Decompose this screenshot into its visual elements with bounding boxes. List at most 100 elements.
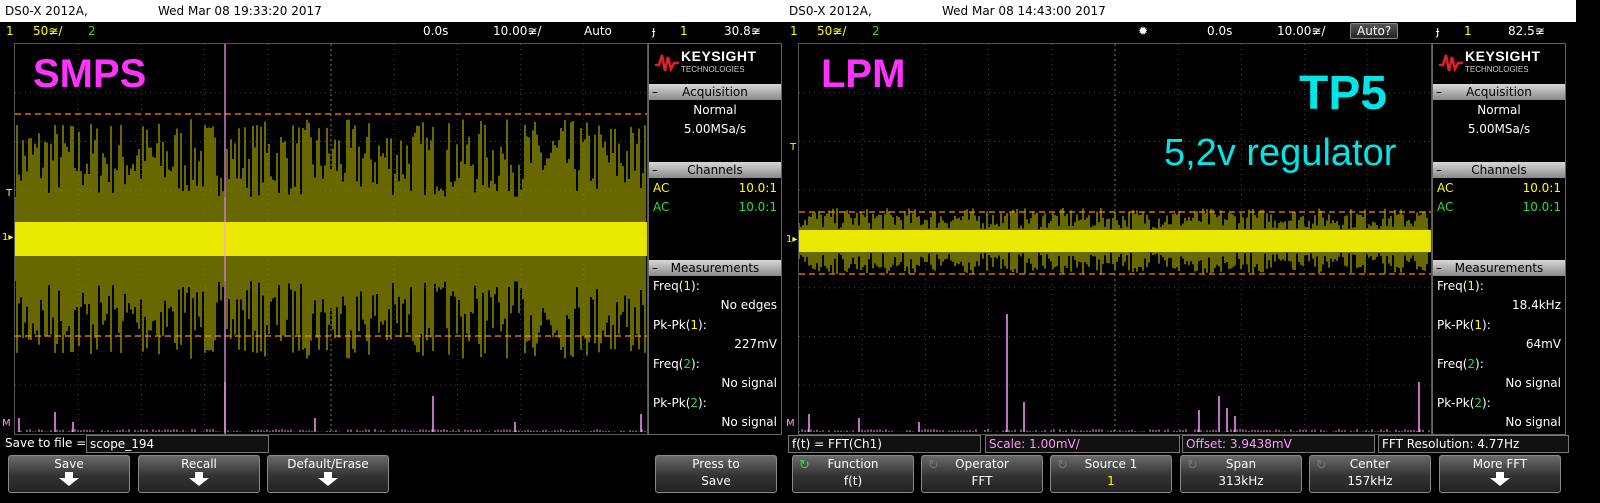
fft-offset-field: Offset: 3.9438mV <box>1182 435 1375 453</box>
model-label: DS0-X 2012A, <box>5 4 88 18</box>
run-status-icon: ✹ <box>1138 24 1149 38</box>
fft-scale-field: Scale: 1.00mV/ <box>985 435 1180 453</box>
ch2-info: AC 10.0:1 <box>1437 200 1561 214</box>
header-bar: DS0-X 2012A, Wed Mar 08 19:33:20 2017 <box>0 0 792 22</box>
fft-noise-floor <box>15 429 646 432</box>
meas1-value: 18.4kHz <box>1512 298 1561 312</box>
ch1-number[interactable]: 1 <box>790 24 798 38</box>
meas2-label: Pk-Pk(1): <box>653 318 707 332</box>
down-arrow-icon <box>189 472 209 486</box>
keysight-wave-icon <box>655 54 679 73</box>
acq-rate: 5.00MSa/s <box>1467 122 1531 136</box>
ch1-ground-marker: 1▸ <box>786 234 798 245</box>
trigger-edge-icon: ɟ <box>1436 24 1440 38</box>
meas4-value: No signal <box>721 415 777 429</box>
trigger-level[interactable]: 30.8≆ <box>724 24 761 38</box>
meas2-label: Pk-Pk(1): <box>1437 318 1491 332</box>
keysight-logo: KEYSIGHT TECHNOLOGIES <box>1433 44 1565 82</box>
header-bar: DS0-X 2012A, Wed Mar 08 14:43:00 2017 <box>784 0 1576 22</box>
keysight-logo: KEYSIGHT TECHNOLOGIES <box>649 44 781 82</box>
ch1-info: AC 10.0:1 <box>653 181 777 195</box>
ch1-scale[interactable]: 50≆/ <box>33 24 62 38</box>
function-softkey[interactable]: ↻ Function f(t) <box>792 455 914 493</box>
fft-resolution-field: FFT Resolution: 4.77Hz <box>1378 435 1569 453</box>
ch1-info: AC 10.0:1 <box>1437 181 1561 195</box>
recall-softkey[interactable]: Recall <box>138 455 260 493</box>
source1-softkey[interactable]: ↻ Source 11 <box>1050 455 1172 493</box>
brand-name: KEYSIGHT <box>681 48 757 64</box>
waveform-svg <box>15 44 647 434</box>
more-fft-softkey[interactable]: More FFT <box>1439 455 1561 493</box>
channels-title[interactable]: – Channels <box>1433 162 1565 178</box>
down-arrow-icon <box>59 472 79 486</box>
math-marker: M <box>786 418 795 429</box>
span-softkey[interactable]: ↻ Span 313kHz <box>1180 455 1302 493</box>
brand-name: KEYSIGHT <box>1465 48 1541 64</box>
meas4-value: No signal <box>1505 415 1561 429</box>
channels-title[interactable]: – Channels <box>649 162 781 178</box>
time-scale[interactable]: 10.00≆/ <box>493 24 541 38</box>
scope-left: DS0-X 2012A, Wed Mar 08 19:33:20 2017 1 … <box>0 0 792 503</box>
center-softkey[interactable]: ↻ Center 157kHz <box>1309 455 1431 493</box>
acquisition-title[interactable]: – Acquisition <box>1433 84 1565 100</box>
acq-mode: Normal <box>693 103 737 117</box>
meas2-value: 64mV <box>1525 337 1561 351</box>
lpm-annotation: LPM <box>821 52 906 96</box>
meas3-value: No signal <box>1505 376 1561 390</box>
ch2-number[interactable]: 2 <box>872 24 880 38</box>
trigger-mode[interactable]: Auto <box>584 24 612 38</box>
ch1-number[interactable]: 1 <box>6 24 14 38</box>
brand-sub: TECHNOLOGIES <box>1465 65 1529 74</box>
default-erase-softkey[interactable]: Default/Erase <box>267 455 389 493</box>
ch1-ground-marker: 1▸ <box>2 232 14 243</box>
tp5-annotation: TP5 <box>1299 67 1388 120</box>
meas3-label: Freq(2): <box>653 357 700 371</box>
trigger-level-marker: T <box>6 188 13 199</box>
filename-field[interactable]: scope_194 <box>86 435 269 453</box>
trigger-source[interactable]: 1 <box>680 24 688 38</box>
ch1-trace-band <box>799 230 1431 252</box>
acq-rate: 5.00MSa/s <box>683 122 747 136</box>
down-arrow-icon <box>1490 472 1510 486</box>
ch1-trace-band <box>15 222 647 256</box>
time-delay[interactable]: 0.0s <box>423 24 448 38</box>
regulator-annotation: 5,2v regulator <box>1164 132 1397 174</box>
trigger-mode[interactable]: Auto? <box>1350 23 1399 39</box>
meas1-label: Freq(1): <box>1437 279 1484 293</box>
time-scale[interactable]: 10.00≆/ <box>1277 24 1325 38</box>
measurements-title[interactable]: – Measurements <box>1433 260 1565 276</box>
footer-bar: Save to file = scope_194 <box>0 435 792 453</box>
ch1-scale[interactable]: 50≆/ <box>817 24 846 38</box>
meas4-label: Pk-Pk(2): <box>653 396 707 410</box>
datetime-label: Wed Mar 08 14:43:00 2017 <box>942 4 1106 18</box>
meas1-value: No edges <box>720 298 777 312</box>
acquisition-title[interactable]: – Acquisition <box>649 84 781 100</box>
side-panel: KEYSIGHT TECHNOLOGIES – Acquisition Norma… <box>1432 43 1566 435</box>
datetime-label: Wed Mar 08 19:33:20 2017 <box>158 4 322 18</box>
save-to-file-label: Save to file = <box>5 436 87 450</box>
trigger-source[interactable]: 1 <box>1464 24 1472 38</box>
waveform-display[interactable]: LPM TP5 5,2v regulator <box>798 43 1432 435</box>
meas3-value: No signal <box>721 376 777 390</box>
brand-sub: TECHNOLOGIES <box>681 65 745 74</box>
ch2-number[interactable]: 2 <box>88 24 96 38</box>
press-to-save-softkey[interactable]: Press to Save <box>655 455 777 493</box>
waveform-display[interactable]: SMPS <box>14 43 648 435</box>
operator-softkey[interactable]: ↻ Operator FFT <box>921 455 1043 493</box>
meas4-label: Pk-Pk(2): <box>1437 396 1491 410</box>
smps-annotation: SMPS <box>33 52 147 96</box>
fft-noise-floor <box>799 429 1430 432</box>
trigger-edge-icon: ɟ <box>652 24 656 38</box>
meas3-label: Freq(2): <box>1437 357 1484 371</box>
time-delay[interactable]: 0.0s <box>1207 24 1232 38</box>
ch2-info: AC 10.0:1 <box>653 200 777 214</box>
keysight-wave-icon <box>1439 54 1463 73</box>
trigger-level[interactable]: 82.5≆ <box>1508 24 1545 38</box>
meas1-label: Freq(1): <box>653 279 700 293</box>
side-panel: KEYSIGHT TECHNOLOGIES – Acquisition Norma… <box>648 43 782 435</box>
save-softkey[interactable]: Save <box>8 455 130 493</box>
measurements-title[interactable]: – Measurements <box>649 260 781 276</box>
status-bar: 1 50≆/ 2 0.0s 10.00≆/ Auto ɟ 1 30.8≆ <box>0 22 792 41</box>
scope-right: DS0-X 2012A, Wed Mar 08 14:43:00 2017 1 … <box>784 0 1576 503</box>
down-arrow-icon <box>318 472 338 486</box>
